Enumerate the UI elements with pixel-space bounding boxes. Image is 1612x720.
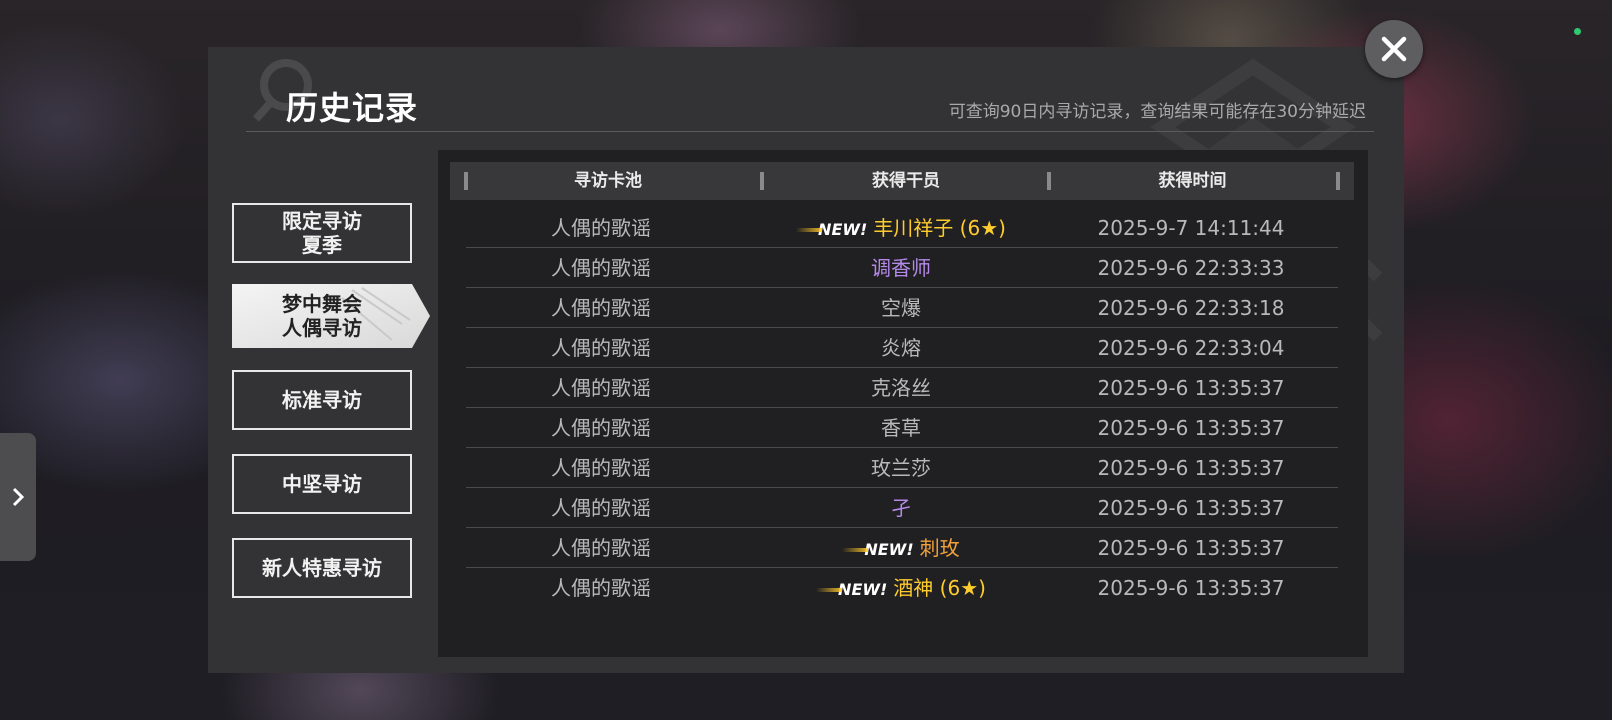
table-row: 人偶的歌谣 克洛丝 2025-9-6 13:35:37: [466, 368, 1338, 408]
nav-item-label: 标准寻访: [282, 388, 362, 412]
cell-operator: NEW! 酒神 (6★): [716, 568, 1086, 608]
cell-pool: 人偶的歌谣: [551, 256, 651, 280]
cell-operator: 调香师: [716, 248, 1086, 288]
chevron-right-icon: [12, 487, 25, 507]
cell-pool: 人偶的歌谣: [551, 416, 651, 440]
cell-time: 2025-9-6 13:35:37: [1097, 376, 1285, 400]
column-header-time: 获得时间: [1158, 171, 1227, 191]
table-row: 人偶的歌谣 炎熔 2025-9-6 22:33:04: [466, 328, 1338, 368]
table-row: 人偶的歌谣 孑 2025-9-6 13:35:37: [466, 488, 1338, 528]
cell-pool: 人偶的歌谣: [551, 376, 651, 400]
cell-pool: 人偶的歌谣: [551, 336, 651, 360]
cell-time: 2025-9-6 13:35:37: [1097, 576, 1285, 600]
new-badge: NEW!: [842, 530, 914, 570]
nav-item-label: 梦中舞会 人偶寻访: [282, 292, 362, 340]
cell-operator: 空爆: [716, 288, 1086, 328]
table-row: 人偶的歌谣 香草 2025-9-6 13:35:37: [466, 408, 1338, 448]
nav-item-label: 中坚寻访: [282, 472, 362, 496]
column-header-operator: 获得干员: [872, 171, 940, 191]
cell-operator: 克洛丝: [716, 368, 1086, 408]
cell-time: 2025-9-6 13:35:37: [1097, 536, 1285, 560]
operator-name: 空爆: [881, 296, 921, 320]
cell-time: 2025-9-6 22:33:33: [1097, 256, 1285, 280]
column-header-pool: 寻访卡池: [574, 171, 642, 191]
cell-time: 2025-9-6 22:33:18: [1097, 296, 1285, 320]
cell-operator: NEW! 丰川祥子 (6★): [716, 208, 1086, 248]
new-badge: NEW!: [816, 570, 887, 610]
nav-item-label: 新人特惠寻访: [262, 556, 382, 580]
nav-item-newbie[interactable]: 新人特惠寻访: [232, 538, 412, 598]
operator-name: 丰川祥子 (6★): [873, 216, 1006, 240]
side-expand-tab[interactable]: [0, 433, 36, 561]
dialog-title: 历史记录: [286, 89, 419, 127]
cell-pool: 人偶的歌谣: [551, 496, 651, 520]
cell-time: 2025-9-7 14:11:44: [1097, 216, 1285, 240]
table-header: 寻访卡池 获得干员 获得时间: [450, 162, 1354, 200]
cell-pool: 人偶的歌谣: [551, 456, 651, 480]
title-divider: [246, 131, 1374, 132]
new-badge: NEW!: [796, 210, 867, 250]
table-row: 人偶的歌谣 空爆 2025-9-6 22:33:18: [466, 288, 1338, 328]
table-row: 人偶的歌谣 调香师 2025-9-6 22:33:33: [466, 248, 1338, 288]
table-row: 人偶的歌谣 NEW! 丰川祥子 (6★) 2025-9-7 14:11:44: [466, 208, 1338, 248]
table-row: 人偶的歌谣 NEW! 酒神 (6★) 2025-9-6 13:35:37: [466, 568, 1338, 608]
operator-name: 调香师: [871, 256, 931, 280]
cell-pool: 人偶的歌谣: [551, 216, 651, 240]
operator-name: 孑: [891, 496, 911, 520]
close-button[interactable]: [1365, 20, 1423, 78]
operator-name: 炎熔: [881, 336, 921, 360]
query-range-note: 可查询90日内寻访记录，查询结果可能存在30分钟延迟: [948, 102, 1366, 122]
cell-operator: NEW! 刺玫: [716, 528, 1086, 568]
cell-time: 2025-9-6 22:33:04: [1097, 336, 1285, 360]
cell-pool: 人偶的歌谣: [551, 536, 651, 560]
operator-name: 玫兰莎: [871, 456, 931, 480]
operator-name: 酒神 (6★): [893, 576, 986, 600]
cell-operator: 玫兰莎: [716, 448, 1086, 488]
cell-time: 2025-9-6 13:35:37: [1097, 456, 1285, 480]
cell-operator: 炎熔: [716, 328, 1086, 368]
nav-item-label: 限定寻访 夏季: [282, 209, 362, 257]
cell-time: 2025-9-6 13:35:37: [1097, 416, 1285, 440]
cell-pool: 人偶的歌谣: [551, 576, 651, 600]
cell-time: 2025-9-6 13:35:37: [1097, 496, 1285, 520]
operator-name: 香草: [881, 416, 921, 440]
operator-name: 刺玫: [919, 536, 960, 560]
close-x-icon: [1381, 36, 1407, 62]
nav-item-limited-summer[interactable]: 限定寻访 夏季: [232, 203, 412, 263]
nav-item-dream-ball-doll[interactable]: 梦中舞会 人偶寻访: [232, 284, 430, 348]
table-row: 人偶的歌谣 NEW! 刺玫 2025-9-6 13:35:37: [466, 528, 1338, 568]
nav-item-core[interactable]: 中坚寻访: [232, 454, 412, 514]
operator-name: 克洛丝: [871, 376, 931, 400]
status-indicator-dot: [1574, 28, 1581, 35]
history-dialog: 历史记录 可查询90日内寻访记录，查询结果可能存在30分钟延迟 限定寻访 夏季 …: [208, 47, 1404, 673]
table-row: 人偶的歌谣 玫兰莎 2025-9-6 13:35:37: [466, 448, 1338, 488]
nav-item-standard[interactable]: 标准寻访: [232, 370, 412, 430]
cell-pool: 人偶的歌谣: [551, 296, 651, 320]
column-separator: [1336, 172, 1340, 190]
cell-operator: 孑: [716, 488, 1086, 528]
cell-operator: 香草: [716, 408, 1086, 448]
history-table: 寻访卡池 获得干员 获得时间 人偶的歌谣 NEW! 丰川祥子 (6★) 2025-9-…: [438, 150, 1368, 657]
